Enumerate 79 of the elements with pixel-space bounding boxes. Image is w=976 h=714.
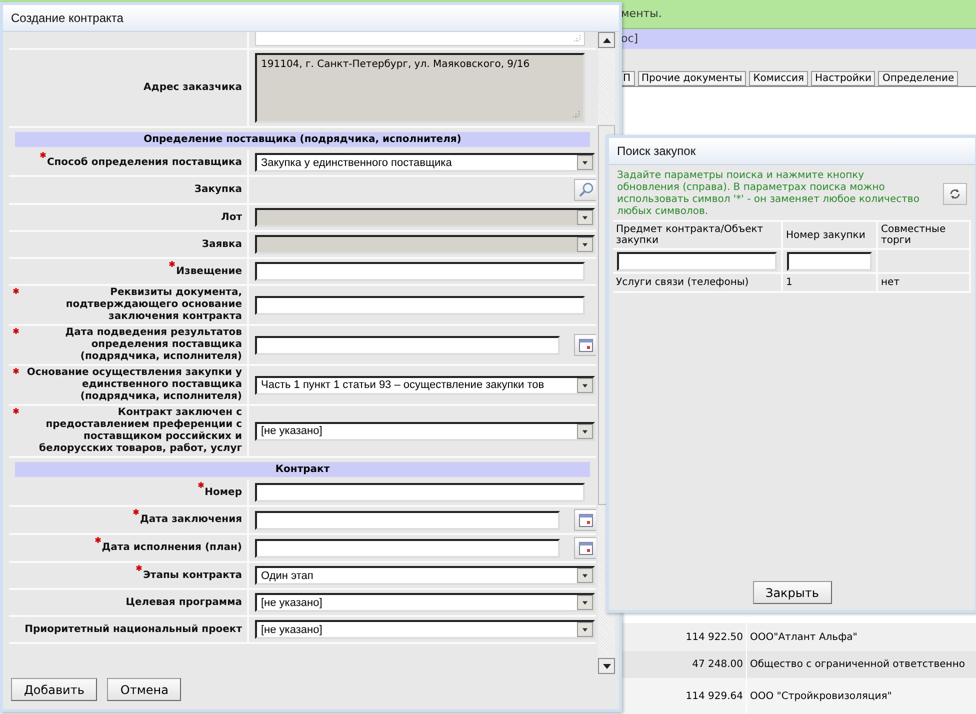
form-label: Заявка: [202, 238, 242, 250]
resize-grip-icon[interactable]: [573, 34, 581, 42]
required-icon: [13, 328, 19, 334]
calendar-button[interactable]: [574, 537, 596, 559]
dialog-button[interactable]: Добавить: [11, 678, 98, 701]
up-arrow-icon: [602, 38, 610, 42]
address-text-area[interactable]: 191104, г. Санкт-Петербург, ул. Маяковского, 9/16: [255, 53, 585, 123]
dialog-title: Создание контракта: [3, 5, 619, 32]
tab[interactable]: Прочие документы: [638, 71, 746, 86]
required-icon: [136, 565, 142, 571]
date-field[interactable]: [255, 336, 560, 354]
form-label: Закупка: [194, 184, 242, 196]
required-icon: [198, 482, 204, 488]
required-icon: [13, 288, 19, 294]
resize-grip-icon[interactable]: [572, 110, 580, 118]
calendar-button[interactable]: [574, 334, 596, 356]
form-label: Адрес заказчика: [144, 82, 242, 94]
text-field[interactable]: [255, 296, 585, 314]
dialog-title: Поиск закупок: [609, 138, 975, 165]
scroll-up-button[interactable]: [598, 32, 615, 48]
tab[interactable]: Настройки: [810, 71, 876, 86]
filter-field[interactable]: [787, 252, 872, 271]
refresh-icon: [949, 188, 961, 200]
required-icon: [13, 368, 19, 374]
required-icon: [13, 408, 19, 414]
scroll-down-button[interactable]: [598, 658, 615, 674]
section-header: Контракт: [15, 462, 590, 477]
amount-cell-text: 114 929.64: [684, 690, 744, 702]
form-label: Этапы контракта: [143, 570, 242, 582]
dialog-button[interactable]: Отмена: [107, 678, 182, 701]
dropdown-field[interactable]: Закупка у единственного поставщика: [255, 153, 595, 172]
calendar-icon: [579, 338, 593, 352]
form-label: Способ определения поставщика: [46, 156, 242, 168]
form-label: Целевая программа: [126, 596, 242, 608]
down-arrow-icon: [602, 664, 610, 668]
text-field[interactable]: [255, 262, 585, 281]
tab[interactable]: Комиссия: [749, 71, 808, 86]
table-cell: 1: [783, 274, 878, 293]
calendar-icon: [579, 542, 593, 554]
dropdown-field[interactable]: Один этап: [255, 566, 595, 585]
required-icon: [169, 261, 176, 267]
amount-cell-text: 47 248.00: [691, 659, 744, 670]
dropdown-field[interactable]: [не указано]: [255, 620, 595, 639]
filter-field[interactable]: [617, 252, 777, 271]
column-header: Совместные торги: [878, 222, 971, 250]
tab[interactable]: Определение: [878, 71, 958, 86]
section-header: Определение поставщика (подрядчика, исполнителя): [15, 132, 590, 147]
form-label: Дата исполнения (план): [102, 542, 242, 554]
refresh-button[interactable]: [943, 183, 967, 205]
search-hint: Задайте параметры поиска и нажмите кнопку обновления (справа). В параметрах поиска можно использовать символ '*' - он заменяет любое количество любых символов.: [617, 170, 920, 218]
form-label: Номер: [204, 486, 242, 498]
search-icon: [578, 182, 594, 198]
form-label: Извещение: [176, 266, 242, 278]
supplier-cell: ООО "Стройкровизоляция": [746, 678, 976, 714]
form-label: Дата подведения результатов определения поставщика (подрядчика, исполнителя): [64, 327, 242, 363]
calendar-icon: [579, 514, 593, 526]
column-header: Предмет контракта/Объект закупки: [613, 222, 783, 250]
form-label: Реквизиты документа, подтверждающего основание заключения контракта: [64, 287, 242, 323]
form-label: Контракт заключен с предоставлением преференции с поставщиком российских и белорусских товаров, работ, услуг: [38, 407, 242, 455]
table-cell: Услуги связи (телефоны): [613, 274, 783, 293]
table-cell: нет: [878, 274, 971, 293]
search-button[interactable]: [574, 179, 596, 201]
required-icon: [40, 152, 46, 158]
dropdown-field[interactable]: [не указано]: [255, 422, 595, 440]
form-label: Приоритетный национальный проект: [24, 624, 242, 636]
date-field[interactable]: [255, 510, 560, 530]
text-field[interactable]: [255, 483, 585, 502]
required-icon: [132, 509, 139, 515]
form-label: Дата заключения: [140, 514, 242, 526]
dropdown-field[interactable]: [не указано]: [255, 593, 595, 612]
form-label: Лот: [221, 212, 242, 224]
amount-cell-text: 114 922.50: [684, 632, 744, 642]
dropdown-field[interactable]: Часть 1 пункт 1 статьи 93 – осуществление закупки тов: [255, 376, 595, 394]
required-icon: [94, 537, 101, 543]
form-label: Основание осуществления закупки у единственного поставщика (подрядчика, исполнителя): [26, 367, 242, 403]
date-field[interactable]: [255, 538, 560, 558]
close-button[interactable]: Закрыть: [752, 581, 832, 604]
column-header: Номер закупки: [783, 222, 878, 250]
calendar-button[interactable]: [574, 509, 596, 531]
